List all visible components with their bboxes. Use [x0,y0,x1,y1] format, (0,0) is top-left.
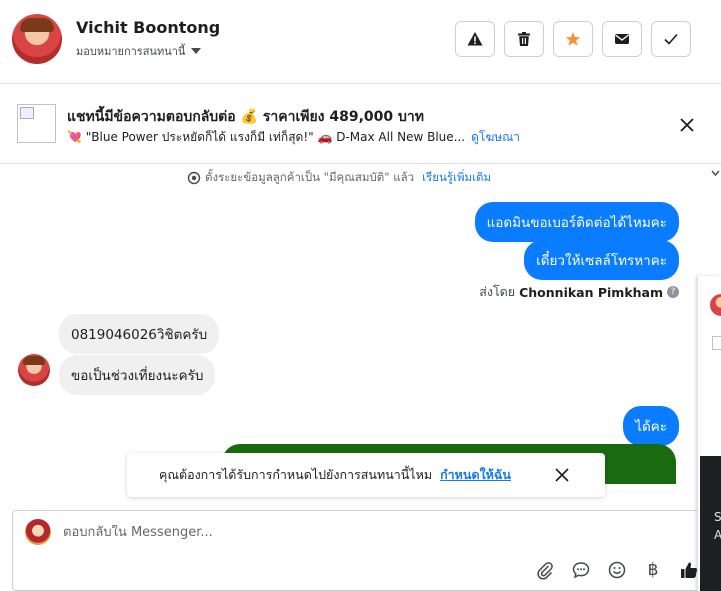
trash-icon [518,32,530,46]
ad-subtitle-text: 💘 "Blue Power ประหยัดก็ได้ แรงก็มี เท่ก็… [67,130,466,144]
ad-thumbnail[interactable] [17,104,56,143]
composer-tools: ฿ [534,559,700,581]
system-note: ตั้งระยะข้อมูลลูกค้าเป็น "มีคุณสมบัติ" แ… [187,169,491,187]
reply-input[interactable] [63,525,503,540]
messenger-conversation: Vichit Boontong มอบหมายการสนทนานี้ แชทนี… [0,0,721,591]
ad-subtitle: 💘 "Blue Power ประหยัดก็ได้ แรงก็มี เท่ก็… [67,128,520,147]
contact-avatar[interactable] [12,14,62,64]
delete-button[interactable] [504,21,544,57]
side-popup-panel[interactable]: S A [697,276,721,591]
ad-title: แชทนี้มีข้อความตอบกลับต่อ 💰 ราคาเพียง 48… [67,109,425,125]
saved-reply-icon[interactable] [570,559,592,581]
lead-stage-icon [187,171,201,185]
sent-by-prefix: ส่งโดย [479,284,516,299]
mark-unread-button[interactable] [602,21,642,57]
close-icon [555,468,569,482]
ad-reference-banner: แชทนี้มีข้อความตอบกลับต่อ 💰 ราคาเพียง 48… [0,84,721,164]
contact-avatar-small [18,354,50,386]
chevron-down-icon[interactable] [710,166,721,180]
view-ad-link[interactable]: ดูโฆษณา [471,130,520,144]
system-note-text: ตั้งระยะข้อมูลลูกค้าเป็น "มีคุณสมบัติ" แ… [205,170,415,184]
sender-name: Chonnikan Pimkham [519,284,663,300]
conversation-header: Vichit Boontong มอบหมายการสนทนานี้ [0,0,721,84]
check-icon [664,33,678,45]
attachment-icon[interactable] [534,559,556,581]
outgoing-message[interactable]: แอดมินขอเบอร์ติดต่อได้ไหมคะ [474,202,679,242]
baht-icon[interactable]: ฿ [642,559,664,581]
popup-letter: S [714,510,721,524]
incoming-message[interactable]: 0819046026วิชิตครับ [59,314,220,354]
assign-to-me-link[interactable]: กำหนดให้ฉัน [440,465,511,485]
close-icon [680,118,694,132]
popup-letter: A [714,528,721,542]
close-ad-banner-button[interactable] [676,114,698,136]
page-avatar [25,519,51,545]
star-icon [565,32,581,46]
message-composer: ฿ [12,510,709,591]
envelope-icon [615,34,629,44]
outgoing-message[interactable]: เดี๋ยวให้เซลล์โทรหาคะ [524,240,679,280]
popup-avatar [710,294,721,316]
popup-dark-card[interactable]: S A [700,456,721,591]
popup-image [712,336,721,350]
toast-close-button[interactable] [555,468,569,482]
header-actions [455,21,691,57]
report-button[interactable] [455,21,495,57]
toast-text: คุณต้องการได้รับการกำหนดไปยังการสนทนานี้… [159,467,433,482]
learn-more-link[interactable]: เรียนรู้เพิ่มเติม [422,169,491,187]
mark-done-button[interactable] [651,21,691,57]
outgoing-message[interactable]: ได้คะ [623,406,679,446]
assign-dropdown[interactable]: มอบหมายการสนทนานี้ [76,42,202,60]
incoming-message[interactable]: ขอเป็นช่วงเที่ยงนะครับ [59,355,216,395]
warning-icon [467,32,483,46]
chevron-down-icon [191,48,202,54]
emoji-icon[interactable] [606,559,628,581]
assign-label: มอบหมายการสนทนานี้ [76,45,186,58]
assign-suggestion-toast: คุณต้องการได้รับการกำหนดไปยังการสนทนานี้… [127,453,605,497]
sent-by-label: ส่งโดย Chonnikan Pimkham ? [479,282,679,302]
star-button[interactable] [553,21,593,57]
contact-name[interactable]: Vichit Boontong [76,18,220,37]
help-icon[interactable]: ? [667,286,679,298]
